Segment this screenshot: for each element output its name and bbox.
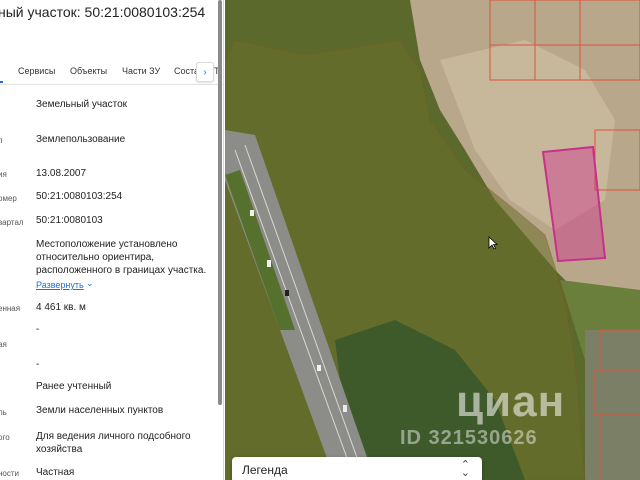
row-key: вартал (0, 218, 24, 227)
subtype-value: Землепользование (36, 134, 126, 145)
cadastral-quarter-value: 50:21:0080103 (36, 215, 103, 226)
vehicle (285, 290, 289, 296)
expand-link[interactable]: Развернуть (36, 280, 84, 290)
land-category-value: Земли населенных пунктов (36, 405, 164, 416)
vehicle (317, 365, 321, 371)
value-date-value: - (36, 359, 40, 370)
row-key: ого (0, 433, 10, 442)
page-title: ный участок: 50:21:0080103:254 (0, 4, 206, 20)
cadastral-value: - (36, 324, 40, 335)
status-value: Ранее учтенный (36, 381, 112, 392)
row-key: омер (0, 194, 17, 203)
info-panel: ный участок: 50:21:0080103:254 Сервисы О… (0, 0, 224, 480)
location-value: Местоположение установлено относительно … (36, 239, 207, 276)
row-key: ая (0, 340, 7, 349)
permitted-use-value: Для ведения личного подсобного хозяйства (36, 431, 191, 455)
vehicle (343, 405, 347, 412)
vehicle (267, 260, 271, 267)
mouse-cursor-icon (488, 236, 498, 250)
map-imagery (225, 0, 640, 480)
tab-services[interactable]: Сервисы (18, 66, 55, 76)
tab-active-indicator (0, 81, 3, 83)
object-type-value: Земельный участок (36, 99, 128, 110)
chevron-updown-icon: ⌃ ⌄ (460, 459, 470, 479)
panel-scrollbar[interactable] (218, 0, 222, 405)
tab-objects[interactable]: Объекты (70, 66, 107, 76)
ownership-value: Частная (36, 467, 75, 478)
area-value: 4 461 кв. м (36, 302, 86, 313)
tab-scroll-right-button[interactable]: › (196, 62, 214, 82)
legend-label: Легенда (242, 463, 288, 477)
row-key: ия (0, 170, 7, 179)
satellite-map[interactable]: циан ID 321530626 (225, 0, 640, 480)
chevron-down-icon[interactable]: ⌄ (86, 278, 94, 289)
chevron-right-icon: › (203, 66, 207, 78)
row-key: енная (0, 304, 21, 313)
row-key: ности (0, 469, 19, 478)
vehicle (250, 210, 254, 216)
cadastral-number-value: 50:21:0080103:254 (36, 191, 123, 202)
row-key: п (0, 136, 2, 145)
legend-dropdown[interactable]: Легенда ⌃ ⌄ (232, 457, 482, 480)
tab-land-parts[interactable]: Части ЗУ (122, 66, 160, 76)
row-key: ль (0, 408, 7, 417)
registration-date-value: 13.08.2007 (36, 168, 87, 179)
tab-bar: Сервисы Объекты Части ЗУ Соста (0, 59, 223, 85)
village-area (585, 330, 640, 480)
